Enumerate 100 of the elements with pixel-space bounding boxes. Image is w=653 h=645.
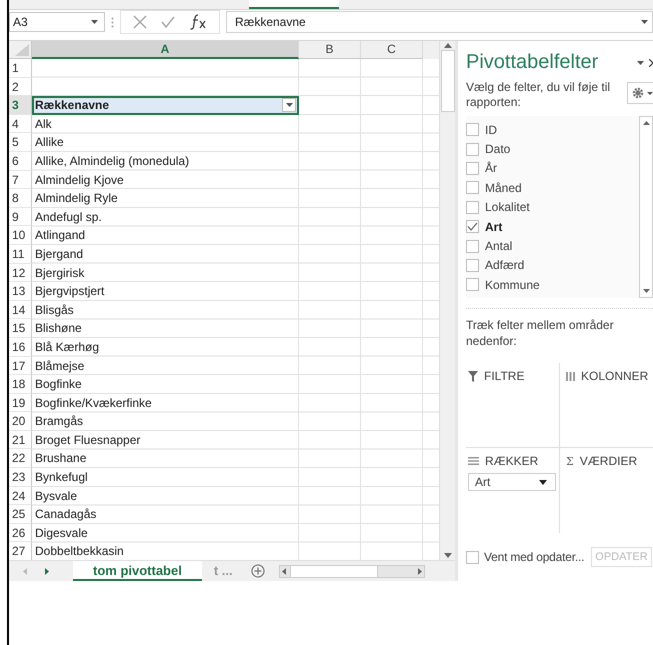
table-cell: Bjergirisk	[35, 266, 84, 280]
field-label[interactable]: Dato	[485, 142, 510, 156]
cancel-icon[interactable]	[133, 15, 147, 29]
scroll-up-icon[interactable]	[642, 121, 650, 125]
table-cell: Bramgås	[35, 414, 84, 428]
caret-icon	[286, 103, 292, 108]
checkbox[interactable]	[466, 142, 479, 156]
table-cell: Allike, Almindelig (monedula)	[35, 154, 190, 168]
settings-button[interactable]	[627, 82, 653, 104]
table-cell: Bogfinke	[35, 377, 82, 392]
checkbox[interactable]	[466, 123, 479, 136]
row-header[interactable]: 21	[9, 430, 32, 450]
row-header[interactable]: 12	[9, 264, 32, 282]
rows-icon	[468, 457, 479, 465]
scroll-thumb[interactable]	[440, 50, 454, 112]
scroll-up-icon[interactable]	[444, 43, 452, 48]
table-cell: Almindelig Ryle	[35, 191, 118, 206]
row-header[interactable]: 24	[9, 486, 32, 506]
row-header[interactable]: 25	[9, 505, 32, 524]
table-cell: Bjergvipstjert	[35, 284, 104, 298]
row-header[interactable]: 9	[9, 208, 32, 226]
row-header[interactable]: 18	[9, 375, 32, 394]
row-header[interactable]: 23	[9, 468, 32, 487]
table-cell: Alk	[35, 116, 52, 131]
enter-icon[interactable]	[161, 16, 175, 28]
row-header[interactable]: 14	[9, 300, 32, 320]
caret-icon	[539, 480, 547, 484]
field-label[interactable]: År	[485, 161, 497, 176]
row-header[interactable]: 11	[9, 244, 32, 264]
field-label[interactable]: Kommune	[485, 278, 540, 292]
row-header[interactable]: 17	[9, 356, 32, 376]
row-header[interactable]: 1	[9, 59, 32, 78]
row-header[interactable]: 22	[9, 449, 32, 468]
table-cell: Canadagås	[35, 507, 96, 522]
scroll-down-icon[interactable]	[642, 289, 650, 293]
table-cell: Blisgås	[35, 302, 74, 317]
table-cell: Allike	[35, 135, 64, 150]
scroll-left-icon[interactable]	[282, 568, 286, 574]
sheet-tab[interactable]	[249, 0, 339, 9]
pane-title: Pivottabelfelter	[466, 51, 598, 74]
table-cell: Dobbeltbekkasin	[35, 544, 124, 558]
row-header[interactable]: 10	[9, 226, 32, 245]
sheet-tab[interactable]: tom pivottabel	[73, 561, 202, 581]
caret-icon[interactable]	[637, 60, 644, 64]
area-label: VÆRDIER	[580, 454, 638, 468]
field-label[interactable]: Måned	[485, 180, 522, 195]
row-header[interactable]: 19	[9, 394, 32, 412]
row-header[interactable]: 7	[9, 170, 32, 190]
row-header[interactable]: 3	[9, 96, 32, 115]
table-cell: Bjergand	[35, 246, 84, 261]
field-label[interactable]: Adfærd	[485, 258, 524, 272]
filter-icon	[468, 370, 478, 382]
function-icon[interactable]	[189, 14, 207, 30]
field-label[interactable]: Art	[485, 220, 502, 234]
table-cell-text: Rækkenavne	[35, 97, 110, 114]
add-sheet-icon[interactable]	[250, 564, 265, 578]
table-cell: Bynkefugl	[35, 470, 88, 484]
area-item[interactable]: Art	[468, 473, 556, 491]
checkbox[interactable]	[466, 181, 479, 194]
next-sheet-icon[interactable]	[45, 568, 49, 574]
scroll-right-icon[interactable]	[418, 568, 422, 574]
area-label: RÆKKER	[485, 454, 538, 468]
checkbox[interactable]	[466, 550, 479, 564]
row-header[interactable]: 20	[9, 412, 32, 431]
caret-icon	[91, 20, 98, 24]
table-cell: Bogfinke/Kvækerfinke	[35, 396, 152, 410]
checkbox[interactable]	[466, 162, 479, 175]
column-header[interactable]: B	[299, 41, 361, 59]
row-header[interactable]: 5	[9, 133, 32, 152]
scroll-down-icon[interactable]	[444, 553, 452, 558]
scroll-thumb[interactable]	[290, 564, 378, 578]
row-header[interactable]: 16	[9, 338, 32, 356]
table-cell: Bysvale	[35, 488, 78, 503]
more-icon	[111, 16, 114, 28]
field-label[interactable]: Antal	[485, 239, 512, 254]
column-header[interactable]: C	[361, 41, 423, 59]
checkbox[interactable]	[466, 240, 479, 253]
checkbox[interactable]	[466, 278, 479, 292]
table-cell: Brushane	[35, 451, 86, 466]
area-label: FILTRE	[484, 369, 524, 383]
name-box[interactable]: A3	[9, 12, 105, 32]
row-header[interactable]: 15	[9, 319, 32, 338]
row-header[interactable]: 6	[9, 152, 32, 171]
formula-field[interactable]: Rækkenavne	[226, 11, 653, 33]
row-header[interactable]: 13	[9, 282, 32, 301]
instruction-text: Træk felter mellem områder nedenfor:	[466, 317, 615, 349]
instruction-text: Vælg de felter, du vil føje til rapporten:	[466, 80, 612, 110]
column-header[interactable]: A	[32, 41, 299, 59]
field-label[interactable]: Lokalitet	[485, 200, 530, 214]
field-label[interactable]: ID	[485, 122, 497, 137]
checkbox[interactable]	[466, 220, 479, 234]
checkbox[interactable]	[466, 258, 479, 272]
checkbox-label[interactable]: Vent med opdater...	[484, 550, 584, 564]
row-header[interactable]: 4	[9, 114, 32, 134]
table-cell: Blishøne	[35, 321, 82, 336]
filter-button[interactable]	[282, 98, 296, 112]
row-header[interactable]: 2	[9, 78, 32, 96]
checkbox[interactable]	[466, 200, 479, 214]
row-header[interactable]: 8	[9, 189, 32, 208]
row-header[interactable]: 26	[9, 524, 32, 542]
